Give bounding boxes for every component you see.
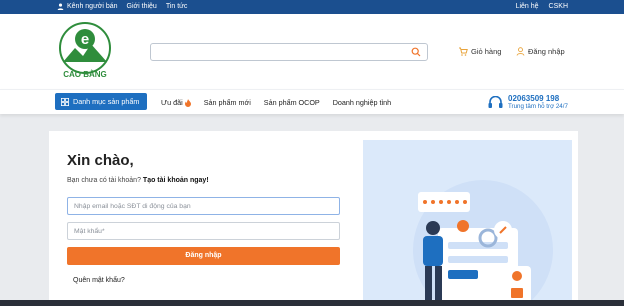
signup-prompt: Bạn chưa có tài khoản? Tạo tài khoản nga… bbox=[67, 177, 209, 184]
os-taskbar bbox=[0, 300, 624, 306]
headset-icon bbox=[488, 96, 503, 108]
nav-bar: Danh mục sản phẩm Ưu đãi Sản phẩm mới Sả… bbox=[0, 89, 624, 114]
password-field[interactable]: Mật khẩu* bbox=[67, 222, 340, 240]
page-title: Xin chào, bbox=[67, 152, 134, 169]
news-link[interactable]: Tin tức bbox=[166, 3, 188, 10]
login-link[interactable]: Đăng nhập bbox=[516, 47, 565, 56]
search-icon[interactable] bbox=[411, 47, 421, 57]
nav-item-deals[interactable]: Ưu đãi bbox=[161, 98, 191, 107]
forgot-password-link[interactable]: Quên mật khẩu? bbox=[73, 277, 125, 284]
email-placeholder: Nhập email hoặc SĐT di động của bạn bbox=[74, 203, 191, 210]
contact-link[interactable]: Liên hệ bbox=[516, 3, 539, 10]
seller-channel-label: Kênh người bán bbox=[67, 3, 118, 10]
cskh-link[interactable]: CSKH bbox=[549, 3, 568, 10]
cart-button[interactable]: Giỏ hàng bbox=[458, 47, 501, 56]
cart-icon bbox=[459, 47, 468, 56]
about-link[interactable]: Giới thiệu bbox=[127, 3, 157, 10]
login-button[interactable]: Đăng nhập bbox=[67, 247, 340, 265]
hotline[interactable]: 02063509 198 Trung tâm hỗ trợ 24/7 bbox=[488, 94, 574, 112]
nav-item-enterprises[interactable]: Doanh nghiệp tỉnh bbox=[333, 98, 391, 107]
nav-item-label: Ưu đãi bbox=[161, 98, 183, 107]
hotline-support: Trung tâm hỗ trợ 24/7 bbox=[508, 103, 568, 110]
top-bar: Kênh người bán Giới thiệu Tin tức Liên h… bbox=[0, 0, 624, 14]
login-label: Đăng nhập bbox=[528, 47, 565, 56]
search-input[interactable] bbox=[150, 43, 428, 61]
login-illustration bbox=[363, 140, 572, 306]
nav-item-new-products[interactable]: Sản phẩm mới bbox=[204, 98, 251, 107]
cart-label: Giỏ hàng bbox=[471, 47, 502, 56]
seller-channel-link[interactable]: Kênh người bán bbox=[57, 3, 118, 10]
signup-prompt-text: Bạn chưa có tài khoản? bbox=[67, 177, 141, 184]
hotline-number: 02063509 198 bbox=[508, 94, 560, 103]
email-field[interactable]: Nhập email hoặc SĐT di động của bạn bbox=[67, 197, 340, 215]
create-account-link[interactable]: Tạo tài khoản ngay! bbox=[143, 177, 209, 184]
password-placeholder: Mật khẩu* bbox=[74, 228, 105, 235]
categories-label: Danh mục sản phẩm bbox=[73, 97, 140, 106]
nav-item-ocop[interactable]: Sản phẩm OCOP bbox=[264, 98, 320, 107]
logo-text: CAO BẰNG bbox=[63, 70, 107, 79]
svg-text:e: e bbox=[81, 31, 89, 48]
fire-icon bbox=[184, 98, 191, 107]
user-icon bbox=[516, 47, 525, 56]
user-icon bbox=[57, 3, 64, 10]
grid-icon bbox=[61, 97, 69, 106]
categories-button[interactable]: Danh mục sản phẩm bbox=[55, 93, 147, 110]
